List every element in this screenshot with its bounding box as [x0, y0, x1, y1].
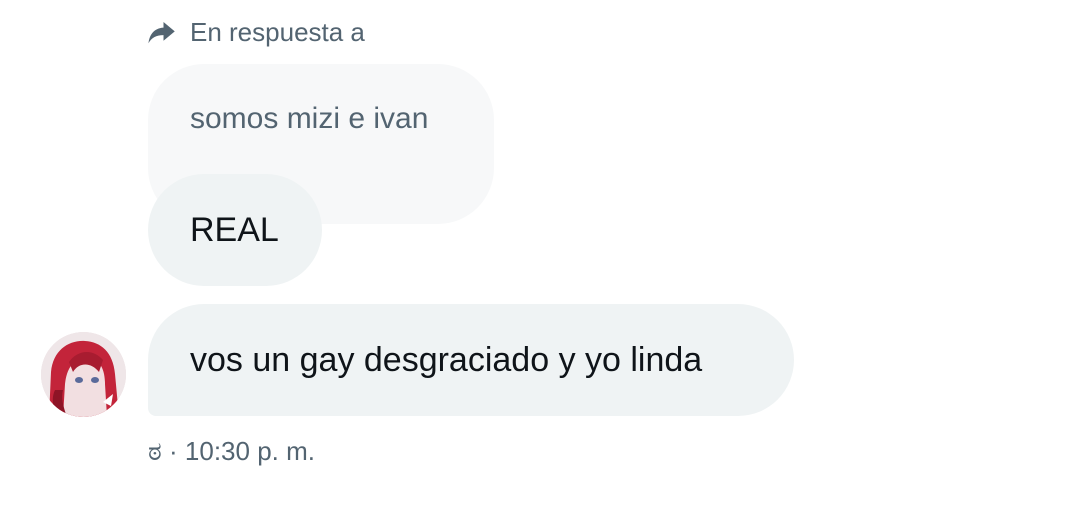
message-meta: ಠ · 10:30 p. m.	[148, 436, 315, 468]
quoted-message-text: somos mizi e ivan	[190, 102, 429, 135]
avatar-image	[41, 332, 126, 417]
meta-separator: ·	[169, 436, 178, 466]
reply-context-header[interactable]: En respuesta a	[146, 14, 365, 50]
message-bubble-main[interactable]: vos un gay desgraciado y yo linda	[148, 304, 794, 416]
reply-arrow-icon	[148, 22, 175, 44]
message-text-main: vos un gay desgraciado y yo linda	[190, 340, 703, 379]
message-bubble-real[interactable]: REAL	[148, 174, 322, 286]
reaction-glyph[interactable]: ಠ	[148, 436, 162, 466]
message-timestamp: 10:30 p. m.	[184, 436, 315, 466]
avatar[interactable]	[41, 332, 126, 417]
reply-context-label: En respuesta a	[190, 16, 365, 47]
message-text-real: REAL	[190, 210, 279, 249]
